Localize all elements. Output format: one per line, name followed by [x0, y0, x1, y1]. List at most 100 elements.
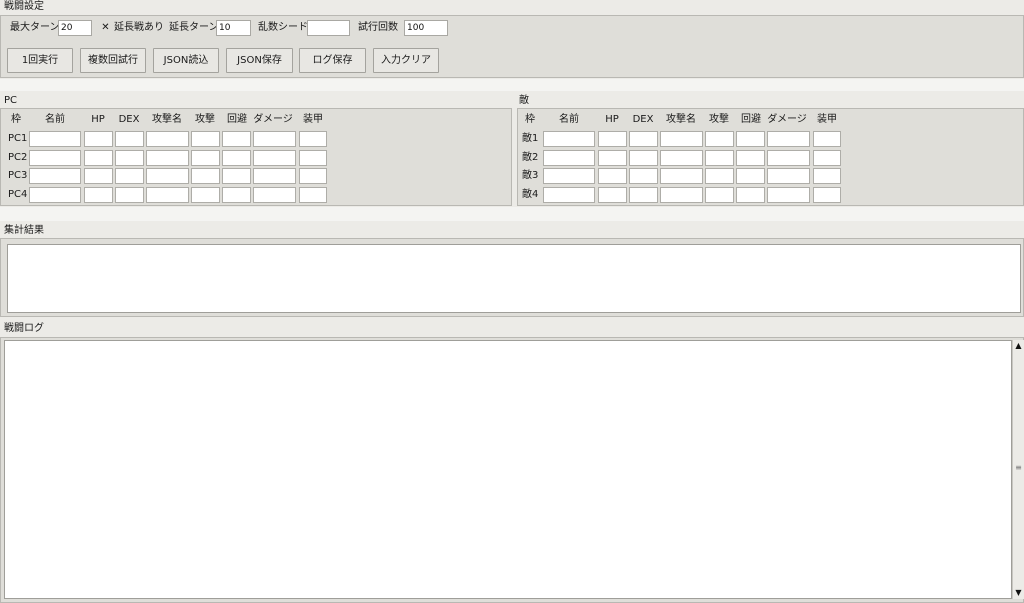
enemy-hp-field[interactable]	[598, 150, 627, 166]
summary-textarea[interactable]	[7, 244, 1021, 313]
enemy-evade-field[interactable]	[736, 187, 765, 203]
pc-evade-field[interactable]	[222, 131, 251, 147]
enemy-header-armor: 装甲	[817, 114, 837, 125]
enemy-panel-title: 敵	[519, 95, 529, 106]
battle-log-title: 戦闘ログ	[4, 323, 44, 334]
enemy-hp-field[interactable]	[598, 187, 627, 203]
pc-evade-field[interactable]	[222, 168, 251, 184]
pc-name-field[interactable]	[29, 187, 81, 203]
extension-turns-field[interactable]	[216, 20, 251, 36]
pc-damage-field[interactable]	[253, 168, 296, 184]
scroll-up-arrow-icon[interactable]: ▲	[1013, 340, 1024, 352]
scroll-down-arrow-icon[interactable]: ▼	[1013, 587, 1024, 599]
enemy-evade-field[interactable]	[736, 131, 765, 147]
enemy-attack-field[interactable]	[705, 131, 734, 147]
pc-hp-field[interactable]	[84, 131, 113, 147]
enemy-attack-field[interactable]	[705, 150, 734, 166]
pc-dex-field[interactable]	[115, 150, 144, 166]
enemy-armor-field[interactable]	[813, 187, 841, 203]
pc-header-armor: 装甲	[303, 114, 323, 125]
pc-armor-field[interactable]	[299, 168, 327, 184]
enemy-name-field[interactable]	[543, 150, 595, 166]
enemy-row-label: 敵3	[522, 170, 539, 181]
pc-row-label: PC4	[8, 189, 28, 200]
pc-armor-field[interactable]	[299, 187, 327, 203]
pc-armor-field[interactable]	[299, 131, 327, 147]
pc-attack-field[interactable]	[191, 168, 220, 184]
trial-count-label: 試行回数	[358, 22, 398, 33]
run-multiple-button[interactable]: 複数回試行	[80, 48, 146, 73]
pc-hp-field[interactable]	[84, 168, 113, 184]
enemy-dex-field[interactable]	[629, 168, 658, 184]
enemy-attack-name-field[interactable]	[660, 131, 703, 147]
separator-band	[0, 79, 1024, 91]
random-seed-field[interactable]	[307, 20, 350, 36]
max-turns-field[interactable]	[58, 20, 92, 36]
save-log-button[interactable]: ログ保存	[299, 48, 366, 73]
enemy-armor-field[interactable]	[813, 168, 841, 184]
load-json-button[interactable]: JSON読込	[153, 48, 219, 73]
enemy-hp-field[interactable]	[598, 168, 627, 184]
enemy-name-field[interactable]	[543, 168, 595, 184]
enemy-damage-field[interactable]	[767, 187, 810, 203]
pc-hp-field[interactable]	[84, 150, 113, 166]
battle-log-textarea[interactable]	[4, 340, 1012, 599]
enemy-armor-field[interactable]	[813, 150, 841, 166]
clear-input-button[interactable]: 入力クリア	[373, 48, 439, 73]
enemy-dex-field[interactable]	[629, 150, 658, 166]
extension-checkbox[interactable]: ✕	[101, 23, 110, 33]
enemy-name-field[interactable]	[543, 131, 595, 147]
enemy-attack-name-field[interactable]	[660, 187, 703, 203]
enemy-damage-field[interactable]	[767, 168, 810, 184]
enemy-attack-name-field[interactable]	[660, 168, 703, 184]
enemy-armor-field[interactable]	[813, 131, 841, 147]
extension-checkbox-label[interactable]: 延長戦あり	[114, 21, 164, 35]
pc-hp-field[interactable]	[84, 187, 113, 203]
enemy-name-field[interactable]	[543, 187, 595, 203]
pc-damage-field[interactable]	[253, 150, 296, 166]
pc-row-label: PC2	[8, 152, 28, 163]
enemy-row-label: 敵1	[522, 133, 539, 144]
pc-attack-field[interactable]	[191, 187, 220, 203]
enemy-attack-field[interactable]	[705, 168, 734, 184]
enemy-evade-field[interactable]	[736, 150, 765, 166]
enemy-damage-field[interactable]	[767, 131, 810, 147]
pc-evade-field[interactable]	[222, 187, 251, 203]
pc-name-field[interactable]	[29, 168, 81, 184]
pc-damage-field[interactable]	[253, 131, 296, 147]
enemy-row-label: 敵2	[522, 152, 539, 163]
enemy-damage-field[interactable]	[767, 150, 810, 166]
save-json-button[interactable]: JSON保存	[226, 48, 293, 73]
pc-attack-name-field[interactable]	[146, 187, 189, 203]
run-once-button[interactable]: 1回実行	[7, 48, 73, 73]
enemy-dex-field[interactable]	[629, 187, 658, 203]
pc-dex-field[interactable]	[115, 168, 144, 184]
pc-attack-field[interactable]	[191, 150, 220, 166]
trial-count-field[interactable]	[404, 20, 448, 36]
random-seed-label: 乱数シード	[258, 22, 308, 33]
pc-dex-field[interactable]	[115, 187, 144, 203]
pc-armor-field[interactable]	[299, 150, 327, 166]
enemy-hp-field[interactable]	[598, 131, 627, 147]
pc-evade-field[interactable]	[222, 150, 251, 166]
pc-attack-field[interactable]	[191, 131, 220, 147]
pc-attack-name-field[interactable]	[146, 131, 189, 147]
summary-title: 集計結果	[4, 225, 44, 236]
extension-turns-label: 延長ターン	[169, 22, 219, 33]
pc-panel-title: PC	[4, 95, 18, 106]
settings-group-title: 戦闘設定	[4, 1, 44, 12]
pc-damage-field[interactable]	[253, 187, 296, 203]
scroll-grip-icon[interactable]: ≡	[1015, 464, 1022, 472]
pc-attack-name-field[interactable]	[146, 168, 189, 184]
enemy-attack-field[interactable]	[705, 187, 734, 203]
pc-name-field[interactable]	[29, 150, 81, 166]
enemy-row-label: 敵4	[522, 189, 539, 200]
pc-attack-name-field[interactable]	[146, 150, 189, 166]
enemy-evade-field[interactable]	[736, 168, 765, 184]
enemy-attack-name-field[interactable]	[660, 150, 703, 166]
pc-dex-field[interactable]	[115, 131, 144, 147]
enemy-dex-field[interactable]	[629, 131, 658, 147]
pc-name-field[interactable]	[29, 131, 81, 147]
pc-row-label: PC1	[8, 133, 28, 144]
battle-log-scrollbar[interactable]: ▲ ≡ ▼	[1012, 340, 1024, 599]
